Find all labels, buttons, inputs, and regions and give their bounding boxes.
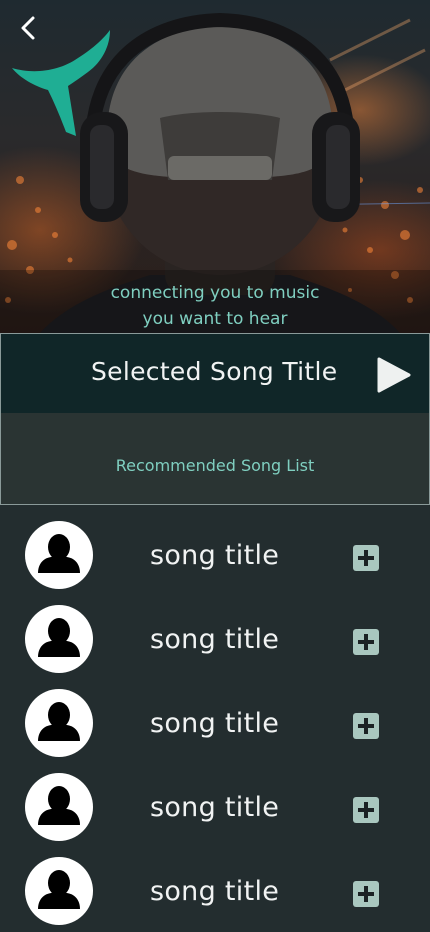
recommended-header: Recommended Song List — [0, 413, 430, 505]
song-title: song title — [150, 708, 280, 739]
song-list-item[interactable]: song title — [0, 505, 430, 589]
avatar — [25, 689, 93, 757]
hero-banner: connecting you to music you want to hear — [0, 0, 430, 333]
tagline-line-2: you want to hear — [142, 309, 288, 329]
recommended-title: Recommended Song List — [115, 456, 315, 475]
add-song-button[interactable] — [353, 713, 379, 739]
plus-icon — [358, 550, 374, 566]
song-list-item[interactable]: song title — [0, 757, 430, 841]
user-icon — [38, 702, 80, 741]
user-icon — [38, 618, 80, 657]
selected-song-title: Selected Song Title — [91, 357, 338, 386]
now-playing-bar: Selected Song Title — [0, 333, 430, 414]
t-logo-icon — [12, 30, 110, 136]
song-list: song title song title song title song ti… — [0, 505, 430, 932]
add-song-button[interactable] — [353, 881, 379, 907]
song-title: song title — [150, 540, 280, 571]
play-icon — [377, 357, 411, 393]
song-list-item[interactable]: song title — [0, 841, 430, 925]
plus-icon — [358, 634, 374, 650]
user-icon — [38, 870, 80, 909]
user-icon — [38, 786, 80, 825]
tagline: connecting you to music you want to hear — [0, 280, 430, 332]
avatar — [25, 857, 93, 925]
tagline-line-1: connecting you to music — [110, 283, 320, 303]
plus-icon — [358, 718, 374, 734]
add-song-button[interactable] — [353, 629, 379, 655]
avatar — [25, 605, 93, 673]
plus-icon — [358, 802, 374, 818]
add-song-button[interactable] — [353, 545, 379, 571]
song-title: song title — [150, 792, 280, 823]
plus-icon — [358, 886, 374, 902]
user-icon — [38, 534, 80, 573]
avatar — [25, 773, 93, 841]
play-button[interactable] — [373, 355, 413, 395]
song-list-item[interactable]: song title — [0, 589, 430, 673]
app-screen: connecting you to music you want to hear… — [0, 0, 430, 932]
add-song-button[interactable] — [353, 797, 379, 823]
song-title: song title — [150, 876, 280, 907]
avatar — [25, 521, 93, 589]
song-title: song title — [150, 624, 280, 655]
song-list-item[interactable]: song title — [0, 673, 430, 757]
